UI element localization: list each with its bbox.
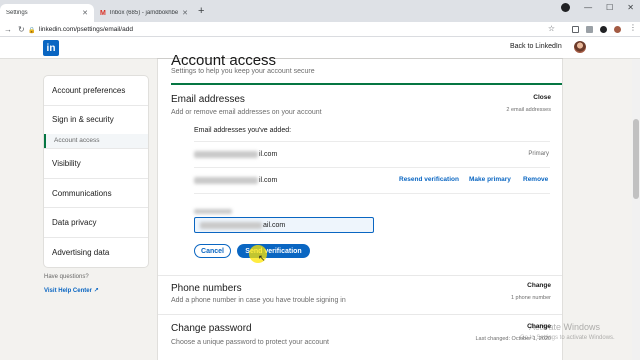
- page-scrollbar[interactable]: [632, 59, 640, 360]
- record-icon[interactable]: [561, 3, 571, 12]
- divider: [44, 207, 148, 208]
- redacted-email: [200, 221, 262, 229]
- sidebar-item-account-preferences[interactable]: Account preferences: [44, 86, 148, 95]
- close-tab-icon[interactable]: ✕: [82, 9, 88, 17]
- sidebar-item-visibility[interactable]: Visibility: [44, 159, 148, 168]
- extension-icon[interactable]: [572, 26, 579, 33]
- phone-count: 1 phone number: [510, 295, 551, 301]
- mouse-cursor-icon: ↖: [258, 253, 266, 263]
- divider: [171, 83, 562, 85]
- divider: [194, 167, 550, 168]
- sidebar-item-sign-in-security[interactable]: Sign in & security: [44, 115, 148, 124]
- password-section-title: Change password: [171, 323, 252, 334]
- redacted-email: [194, 150, 258, 158]
- divider: [194, 193, 550, 194]
- primary-badge: Primary: [528, 151, 549, 157]
- sidebar-item-advertising-data[interactable]: Advertising data: [44, 248, 148, 257]
- tab-settings[interactable]: Settings ✕: [0, 4, 94, 22]
- scrollbar-thumb[interactable]: [633, 119, 639, 199]
- remove-link[interactable]: Remove: [523, 176, 548, 183]
- sidebar-item-communications[interactable]: Communications: [44, 189, 148, 198]
- new-tab-icon[interactable]: +: [198, 5, 204, 17]
- divider: [44, 148, 148, 149]
- send-verification-button[interactable]: Send verification: [237, 244, 310, 258]
- phone-section-title: Phone numbers: [171, 283, 242, 294]
- help-center-link[interactable]: Visit Help Center ↗: [44, 287, 99, 294]
- cancel-button[interactable]: Cancel: [194, 244, 231, 258]
- change-phone-button[interactable]: Change: [527, 282, 551, 289]
- help-center-label: Visit Help Center: [44, 288, 92, 294]
- close-tab-icon[interactable]: ✕: [182, 9, 188, 17]
- address-bar[interactable]: 🔒 linkedin.com/psettings/email/add: [28, 24, 558, 35]
- sidebar-subitem-account-access[interactable]: Account access: [44, 134, 148, 148]
- redacted-email: [194, 176, 258, 184]
- maximize-icon[interactable]: ☐: [606, 3, 613, 12]
- phone-section-desc: Add a phone number in case you have trou…: [171, 297, 346, 304]
- email-suffix: il.com: [259, 150, 278, 158]
- password-section-desc: Choose a unique password to protect your…: [171, 339, 329, 346]
- divider: [44, 178, 148, 179]
- list-item: il.com: [194, 148, 277, 160]
- new-email-input[interactable]: ail.com: [194, 217, 374, 233]
- divider: [44, 105, 148, 106]
- gmail-icon: M: [100, 9, 106, 17]
- browser-tabstrip: Settings ✕ M Inbox (685) - jamdbokhber1@…: [0, 0, 640, 22]
- make-primary-link[interactable]: Make primary: [469, 176, 511, 183]
- extension-icon[interactable]: [600, 26, 607, 33]
- account-access-panel: Account access Settings to help you keep…: [158, 52, 562, 360]
- page-title: Account access: [171, 52, 277, 69]
- tab-inbox-title: Inbox (685) - jamdbokhber1@g...: [109, 10, 179, 16]
- profile-icon[interactable]: [614, 26, 621, 33]
- list-item: il.com: [194, 174, 277, 186]
- divider: [44, 237, 148, 238]
- tab-settings-title: Settings: [6, 10, 28, 16]
- redacted-field-label: [194, 207, 233, 216]
- close-button[interactable]: Close: [533, 94, 551, 101]
- resend-verification-link[interactable]: Resend verification: [399, 176, 459, 183]
- forward-icon[interactable]: →: [4, 25, 14, 34]
- email-section-title: Email addresses: [171, 94, 245, 105]
- lock-icon: 🔒: [28, 27, 36, 34]
- added-emails-label: Email addresses you've added:: [194, 127, 292, 134]
- divider: [158, 314, 562, 315]
- divider: [158, 275, 562, 276]
- window-controls: — ☐ ✕: [561, 3, 634, 12]
- linkedin-header: in Back to LinkedIn: [0, 37, 640, 59]
- avatar[interactable]: [574, 41, 586, 53]
- tab-inbox[interactable]: M Inbox (685) - jamdbokhber1@g... ✕: [94, 4, 194, 22]
- help-question: Have questions?: [44, 274, 89, 280]
- minimize-icon[interactable]: —: [584, 3, 592, 12]
- windows-watermark-sub: Go to Settings to activate Windows.: [520, 335, 615, 341]
- windows-watermark: Activate Windows: [529, 322, 601, 332]
- divider: [194, 141, 550, 142]
- extension-icon[interactable]: [586, 26, 593, 33]
- back-to-linkedin-link[interactable]: Back to LinkedIn: [510, 43, 562, 50]
- close-window-icon[interactable]: ✕: [627, 3, 634, 12]
- menu-dots-icon[interactable]: ⋮: [629, 23, 637, 32]
- browser-toolbar: → ↻ 🔒 linkedin.com/psettings/email/add ☆…: [0, 22, 640, 37]
- email-suffix: il.com: [259, 176, 278, 184]
- reload-icon[interactable]: ↻: [18, 25, 28, 34]
- email-section-desc: Add or remove email addresses on your ac…: [171, 109, 322, 116]
- sidebar-item-data-privacy[interactable]: Data privacy: [44, 218, 148, 227]
- url-text: linkedin.com/psettings/email/add: [39, 26, 133, 33]
- external-link-icon: ↗: [93, 288, 99, 294]
- settings-sidebar: Account preferences Sign in & security A…: [44, 76, 148, 267]
- redacted-text: [194, 209, 232, 214]
- page-subtitle: Settings to help you keep your account s…: [171, 68, 315, 75]
- email-count: 2 email addresses: [506, 107, 551, 113]
- email-input-suffix: ail.com: [263, 221, 286, 229]
- bookmark-star-icon[interactable]: ☆: [548, 24, 555, 33]
- linkedin-logo[interactable]: in: [43, 40, 59, 56]
